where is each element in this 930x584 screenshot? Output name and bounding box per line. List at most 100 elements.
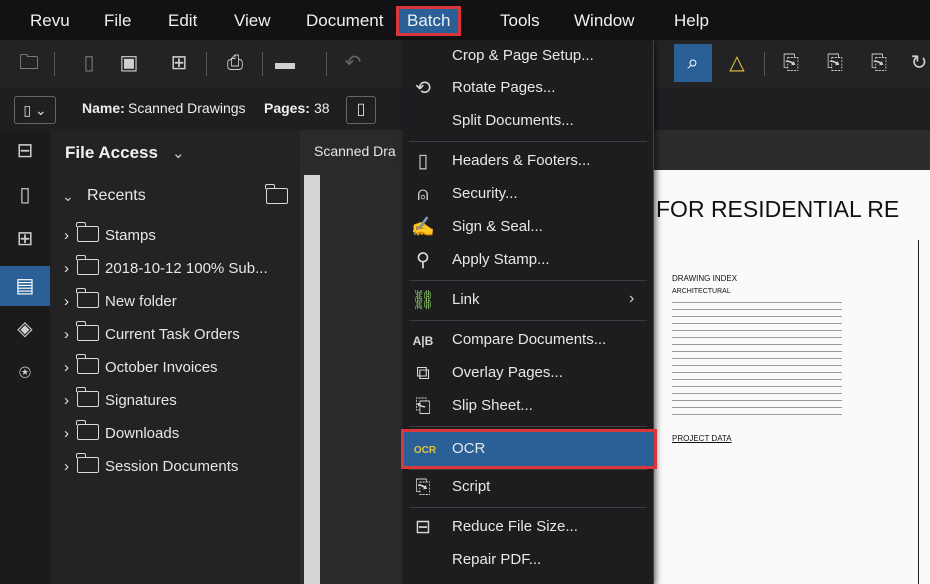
folder-icon [76, 222, 99, 242]
folder-icon [76, 453, 99, 473]
batch-menu: Crop & Page Setup... ⟲ Rotate Pages... Sp… [401, 40, 657, 584]
menu-batch[interactable]: Batch [396, 6, 462, 36]
overlay-icon: ⧉ [416, 363, 430, 384]
menu-item-compare-documents[interactable]: A|B Compare Documents... [403, 325, 653, 357]
insert-page-icon[interactable]: ⎘ [778, 50, 804, 76]
menu-divider [409, 280, 647, 281]
recents-label[interactable]: Recents [87, 187, 146, 205]
folder-icon [76, 387, 99, 407]
menu-item-headers-footers[interactable]: ▯ Headers & Footers... [403, 146, 653, 178]
document-page[interactable]: FOR RESIDENTIAL RE DRAWING INDEX ARCHITE… [652, 170, 930, 584]
compare-icon: A|B [412, 334, 434, 348]
chevron-right-icon: › [64, 293, 69, 310]
markup-icon[interactable]: ⍟ [10, 358, 40, 388]
menu-item-ocr[interactable]: OCR OCR [401, 429, 657, 469]
menu-help[interactable]: Help [668, 8, 715, 34]
chevron-right-icon: › [64, 458, 69, 475]
pages-label: Pages: [264, 100, 310, 116]
folder-icon [76, 354, 99, 374]
document-name: Scanned Drawings [128, 100, 246, 116]
search-icon[interactable]: ⌕ [674, 44, 712, 82]
chevron-right-icon: › [64, 326, 69, 343]
open-folder-icon[interactable]: 🗀 [16, 50, 42, 76]
list-item[interactable]: › 2018-10-12 100% Sub... [64, 255, 268, 283]
menu-divider [409, 426, 647, 427]
folder-icon [76, 420, 99, 440]
layers-icon[interactable]: ◈ [10, 314, 40, 344]
script-icon: ⎘ [415, 477, 431, 498]
menu-tools[interactable]: Tools [494, 8, 546, 34]
ocr-icon: OCR [413, 445, 437, 456]
chevron-right-icon: › [64, 425, 69, 442]
file-access-title: File Access [65, 143, 158, 162]
list-item[interactable]: › Session Documents [64, 453, 238, 481]
print-icon[interactable]: ⎙ [222, 50, 248, 76]
briefcase-icon[interactable]: ⊟ [10, 136, 40, 166]
menu-item-apply-stamp[interactable]: ⚲ Apply Stamp... [403, 245, 653, 277]
thumbnails-icon[interactable]: ⊞ [10, 224, 40, 254]
menu-item-repair-pdf[interactable]: Repair PDF... [403, 545, 653, 577]
toolbar-divider [262, 52, 263, 76]
save-icon[interactable]: ▯ [76, 50, 102, 76]
chevron-down-icon[interactable]: ⌄ [172, 144, 185, 162]
file-access-panel: File Access ⌄ ⌄ Recents › Stamps › 2018-10… [50, 130, 301, 584]
delete-page-icon[interactable]: ⎘ [866, 50, 892, 76]
drawing-index-list [672, 298, 842, 416]
document-type-dropdown[interactable]: ▯ ⌄ [14, 96, 56, 124]
menu-document[interactable]: Document [300, 8, 389, 34]
list-item[interactable]: › Downloads [64, 420, 179, 448]
list-item[interactable]: › October Invoices [64, 354, 218, 382]
toolbar-divider [54, 52, 55, 76]
menu-window[interactable]: Window [568, 8, 640, 34]
link-icon: ⛓ [411, 290, 436, 311]
export-icon[interactable]: ⊞ [166, 50, 192, 76]
document-tab[interactable]: Scanned Dra [300, 130, 405, 170]
document-tab-label: Scanned Dra [314, 143, 396, 159]
alert-icon[interactable]: △ [724, 50, 750, 76]
chevron-right-icon: › [64, 359, 69, 376]
folder-icon [76, 288, 99, 308]
menu-edit[interactable]: Edit [162, 8, 203, 34]
left-rail: ⊟ ▯ ⊞ ▤ ◈ ⍟ [0, 130, 51, 584]
chevron-down-icon[interactable]: ⌄ [62, 188, 74, 205]
save-as-icon[interactable]: ▣ [116, 50, 142, 76]
page-border-line [918, 240, 919, 584]
extract-page-icon[interactable]: ⎘ [822, 50, 848, 76]
list-item[interactable]: › Signatures [64, 387, 177, 415]
compress-icon: ⊟ [415, 517, 431, 538]
project-data-label: PROJECT DATA [672, 434, 732, 443]
menu-divider [409, 141, 647, 142]
menu-item-reduce-file-size[interactable]: ⊟ Reduce File Size... [403, 512, 653, 544]
folder-icon [76, 321, 99, 341]
list-item[interactable]: › New folder [64, 288, 177, 316]
menu-item-script[interactable]: ⎘ Script [403, 472, 653, 504]
stamp-icon[interactable]: ▬ [272, 50, 298, 76]
chevron-right-icon: › [64, 392, 69, 409]
list-item[interactable]: › Current Task Orders [64, 321, 240, 349]
folder-icon[interactable] [265, 184, 288, 205]
page-properties-icon[interactable]: ▯ [346, 96, 376, 124]
menu-view[interactable]: View [228, 8, 277, 34]
toolbar-divider [764, 52, 765, 76]
menu-item-crop-page-setup[interactable]: Crop & Page Setup... [403, 41, 653, 73]
menu-item-split-documents[interactable]: Split Documents... [403, 106, 653, 138]
menu-item-sign-seal[interactable]: ✍ Sign & Seal... [403, 212, 653, 244]
undo-icon[interactable]: ↶ [340, 50, 366, 76]
rotate-page-icon[interactable]: ↻ [906, 50, 930, 76]
menu-item-security[interactable]: ⍝ Security... [403, 179, 653, 211]
slip-sheet-icon: ⎗ [415, 396, 431, 417]
menu-item-overlay-pages[interactable]: ⧉ Overlay Pages... [403, 358, 653, 390]
menu-revu[interactable]: Revu [24, 8, 76, 34]
list-item[interactable]: › Stamps [64, 222, 156, 250]
bookmark-icon[interactable]: ▯ [10, 180, 40, 210]
menu-item-slip-sheet[interactable]: ⎗ Slip Sheet... [403, 391, 653, 423]
file-access-icon[interactable]: ▤ [0, 266, 50, 306]
menu-file[interactable]: File [98, 8, 137, 34]
menu-item-link[interactable]: ⛓ Link › [403, 285, 653, 317]
architectural-label: ARCHITECTURAL [672, 288, 731, 295]
drawing-index-title: DRAWING INDEX [672, 274, 738, 283]
menu-item-rotate-pages[interactable]: ⟲ Rotate Pages... [403, 73, 653, 105]
chevron-right-icon: › [64, 227, 69, 244]
menu-divider [409, 469, 647, 470]
name-label: Name: [82, 100, 125, 116]
